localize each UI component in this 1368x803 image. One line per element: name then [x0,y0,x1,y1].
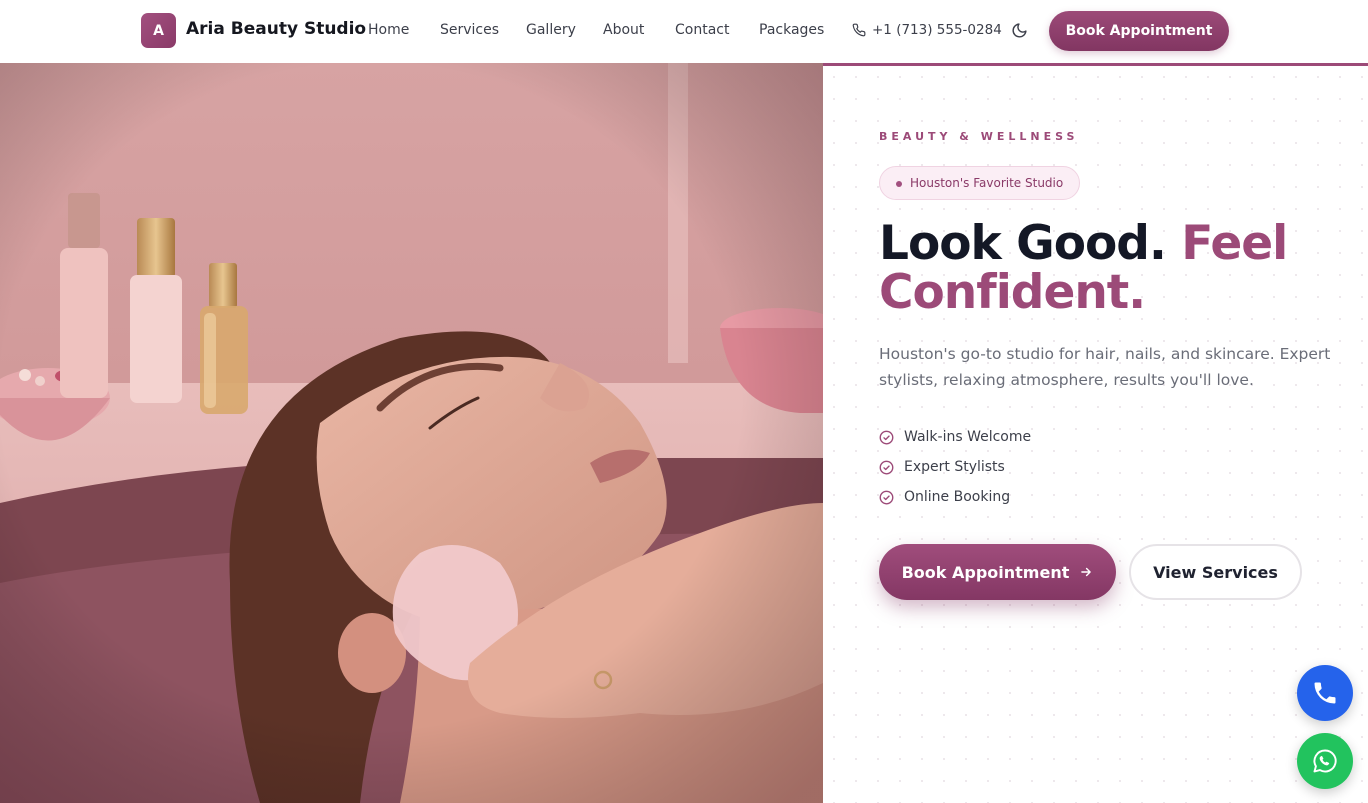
nav-about[interactable]: About [603,22,644,38]
check-circle-icon [879,430,894,444]
check-circle-icon [879,490,894,504]
badge-dot [896,181,902,187]
view-services-button[interactable]: View Services [1129,544,1302,600]
phone-icon [1314,682,1336,704]
call-fab-button[interactable] [1297,665,1353,721]
hero-badge: Houston's Favorite Studio [879,166,1081,200]
nav-services[interactable]: Services [440,22,499,38]
arrow-right-icon [1081,567,1092,577]
hero-panel: BEAUTY & WELLNESS Houston's Favorite Stu… [823,63,1368,803]
feature-label: Expert Stylists [904,459,1005,475]
phone-link[interactable]: +1 (713) 555-0284 [852,22,1002,38]
nav-gallery[interactable]: Gallery [526,22,576,38]
badge-label: Houston's Favorite Studio [910,176,1064,190]
hero-eyebrow: BEAUTY & WELLNESS [879,130,1079,143]
whatsapp-fab-button[interactable] [1297,733,1353,789]
headline-part1: Look Good. [879,216,1167,271]
feature-label: Walk-ins Welcome [904,429,1032,445]
moon-icon[interactable] [1011,22,1028,39]
book-appointment-label: Book Appointment [901,562,1070,582]
feature-item: Expert Stylists [879,452,1031,482]
nav-contact[interactable]: Contact [675,22,729,38]
brand-name[interactable]: Aria Beauty Studio [186,19,366,39]
check-circle-icon [879,460,894,474]
phone-icon [852,23,866,37]
book-appointment-button[interactable]: Book Appointment [879,544,1116,600]
feature-label: Online Booking [904,489,1011,505]
nav-packages[interactable]: Packages [759,22,824,38]
whatsapp-icon [1313,749,1337,773]
phone-number: +1 (713) 555-0284 [872,22,1002,38]
hero-subtitle: Houston's go-to studio for hair, nails, … [879,345,1331,389]
feature-item: Online Booking [879,482,1031,512]
feature-list: Walk-ins Welcome Expert Stylists Online … [879,422,1031,512]
hero-headline: Look Good. Feel Confident. [879,219,1339,317]
hero-image [0,63,823,803]
logo-mark[interactable]: A [141,13,176,48]
nav-home[interactable]: Home [368,22,409,38]
header-book-button[interactable]: Book Appointment [1049,11,1229,51]
feature-item: Walk-ins Welcome [879,422,1031,452]
site-header: A Aria Beauty Studio Home Services Galle… [0,0,1368,63]
